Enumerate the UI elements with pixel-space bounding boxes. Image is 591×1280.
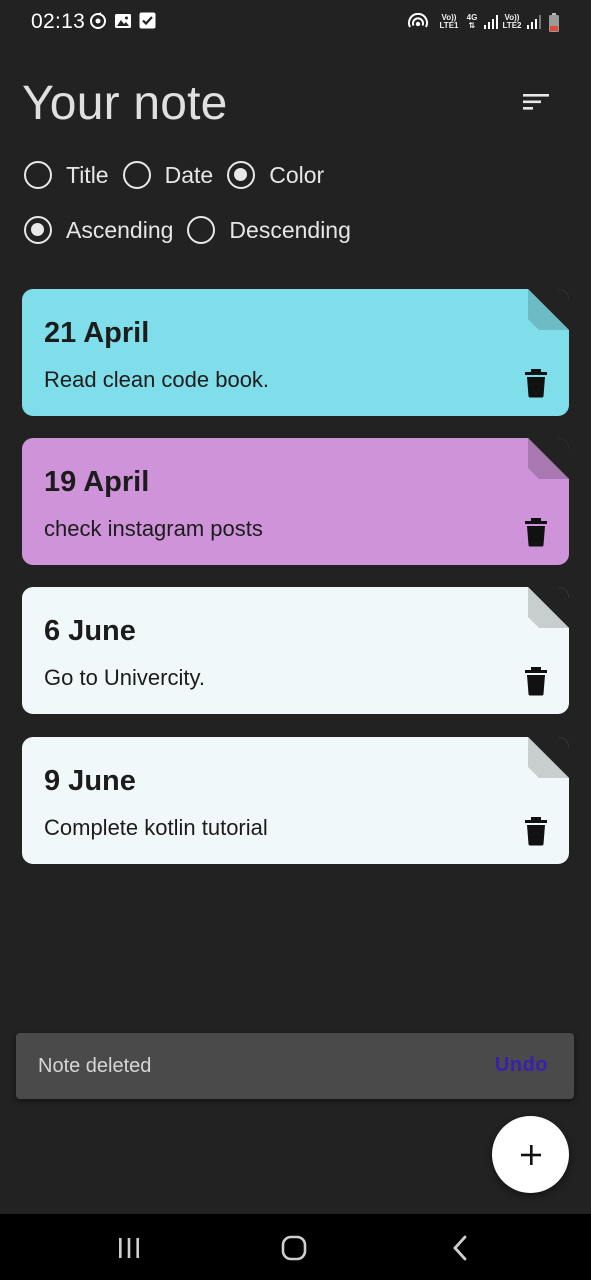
note-title: 6 June xyxy=(44,615,136,647)
back-button[interactable] xyxy=(435,1233,485,1263)
delete-icon[interactable] xyxy=(522,816,550,846)
recents-button[interactable] xyxy=(104,1233,154,1263)
radio-color[interactable]: Color xyxy=(227,161,324,189)
snackbar-message: Note deleted xyxy=(38,1055,152,1077)
sort-icon xyxy=(523,94,549,110)
undo-button[interactable]: Undo xyxy=(495,1054,548,1077)
delete-icon[interactable] xyxy=(522,666,550,696)
note-title: 19 April xyxy=(44,466,150,498)
note-corner-fold xyxy=(528,438,569,479)
radio-ascending[interactable]: Ascending xyxy=(24,216,173,244)
snackbar: Note deleted Undo xyxy=(16,1033,574,1099)
volte-icon: Vo)) LTE1 xyxy=(439,13,459,30)
sort-toggle-button[interactable] xyxy=(514,84,558,120)
note-content: check instagram posts xyxy=(44,516,263,541)
note-corner-fold xyxy=(528,587,569,628)
system-nav-bar xyxy=(0,1214,591,1280)
radio-label: Descending xyxy=(229,216,351,243)
image-icon xyxy=(114,12,132,35)
sync-icon xyxy=(89,12,107,35)
page-title: Your note xyxy=(22,77,228,130)
note-card[interactable]: 6 June Go to Univercity. xyxy=(22,587,569,714)
status-time: 02:13 xyxy=(31,10,86,33)
note-card[interactable]: 19 April check instagram posts xyxy=(22,438,569,565)
radio-circle xyxy=(122,161,151,189)
note-corner-fold xyxy=(528,289,569,330)
note-content: Go to Univercity. xyxy=(44,665,205,690)
note-title: 9 June xyxy=(44,765,136,797)
battery-icon xyxy=(548,13,560,38)
back-icon xyxy=(453,1235,467,1261)
radio-label: Title xyxy=(66,161,109,188)
add-note-button[interactable] xyxy=(492,1116,569,1193)
home-icon xyxy=(281,1235,307,1261)
radio-circle xyxy=(24,161,52,189)
volte-icon-2: Vo)) LTE2 xyxy=(502,13,522,30)
screen: 02:13 Vo)) LTE1 4G ⇅ Vo)) LTE2 Your note… xyxy=(0,0,591,1280)
signal-icon-2 xyxy=(526,14,542,35)
radio-descending[interactable]: Descending xyxy=(187,216,351,244)
4g-icon: 4G ⇅ xyxy=(466,13,478,30)
delete-icon[interactable] xyxy=(522,517,550,547)
radio-label: Date xyxy=(164,161,214,188)
status-bar: 02:13 Vo)) LTE1 4G ⇅ Vo)) LTE2 xyxy=(0,0,591,46)
recents-icon xyxy=(119,1238,139,1258)
add-icon xyxy=(520,1144,541,1165)
note-title: 21 April xyxy=(44,317,150,349)
delete-icon[interactable] xyxy=(522,368,550,398)
note-card[interactable]: 9 June Complete kotlin tutorial xyxy=(22,737,569,864)
checkbox-icon xyxy=(139,12,156,34)
radio-label: Color xyxy=(269,161,325,188)
radio-circle xyxy=(24,216,52,244)
hotspot-icon xyxy=(407,12,429,38)
radio-label: Ascending xyxy=(66,216,174,243)
signal-icon xyxy=(483,14,499,35)
note-content: Complete kotlin tutorial xyxy=(44,815,268,840)
note-card[interactable]: 21 April Read clean code book. xyxy=(22,289,569,416)
sort-by-group: Title Date Color xyxy=(24,160,324,190)
home-button[interactable] xyxy=(269,1233,319,1263)
sort-order-group: Ascending Descending xyxy=(24,215,351,245)
radio-title[interactable]: Title xyxy=(24,161,109,189)
radio-date[interactable]: Date xyxy=(122,161,214,189)
radio-circle xyxy=(187,216,216,244)
note-corner-fold xyxy=(528,737,569,778)
note-content: Read clean code book. xyxy=(44,367,270,392)
radio-circle xyxy=(227,161,256,189)
